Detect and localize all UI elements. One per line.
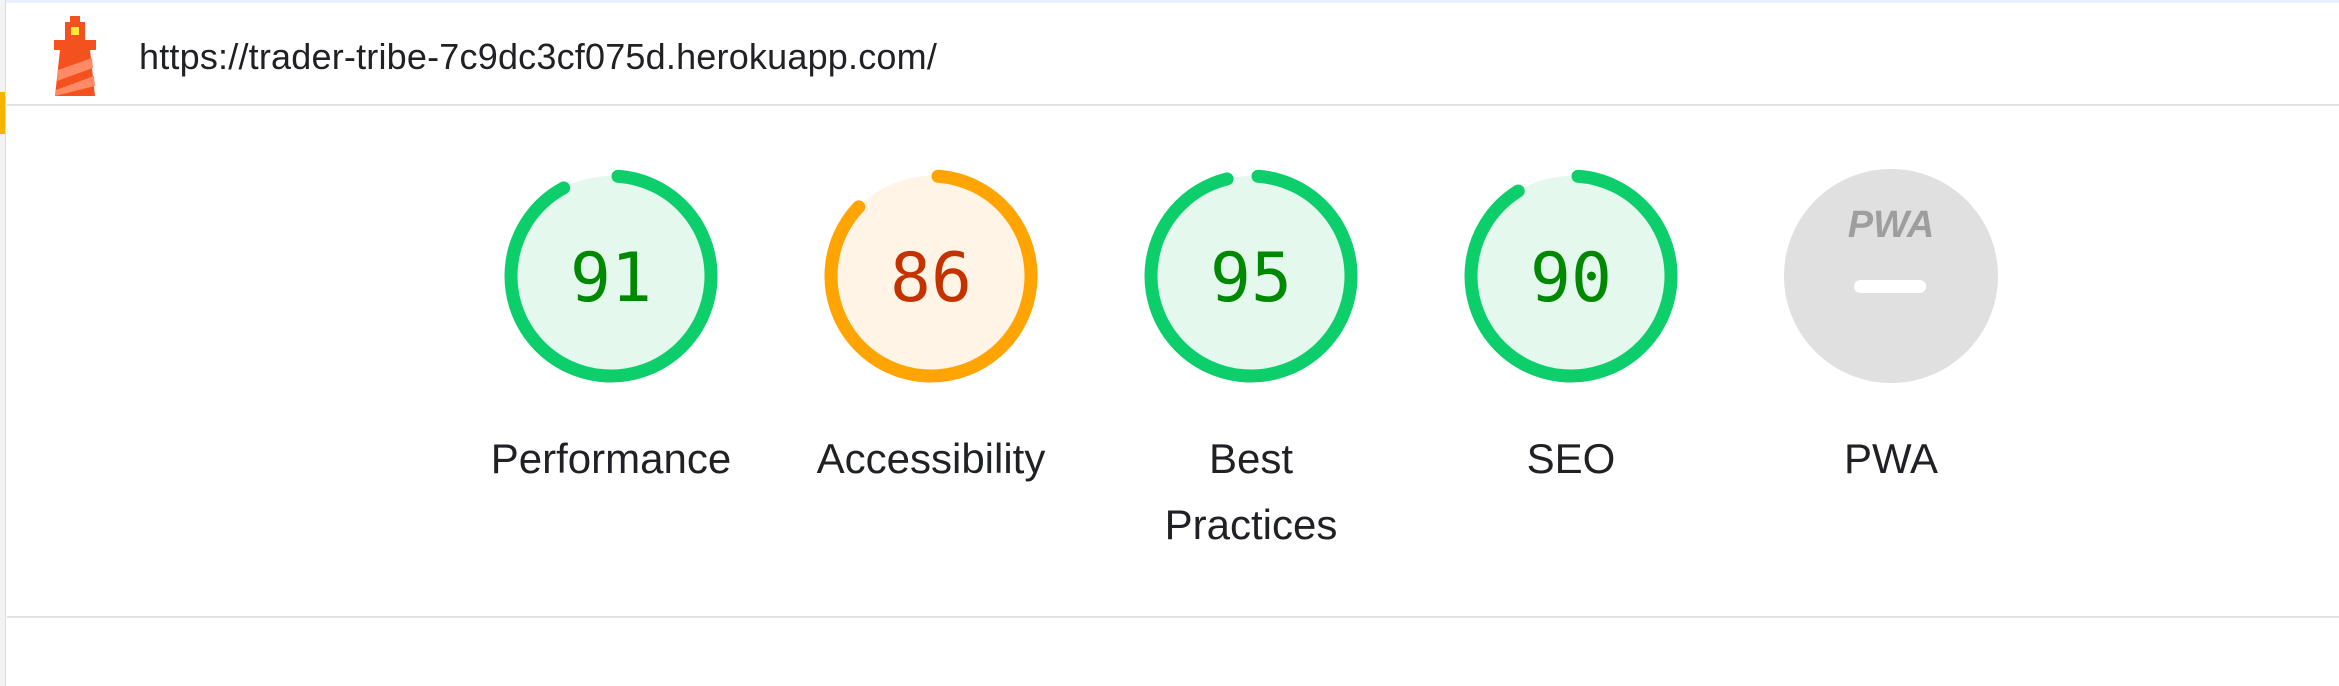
left-accent-marker [0,92,5,134]
lighthouse-report: https://trader-tribe-7c9dc3cf075d.heroku… [0,0,2339,686]
gauge-accessibility[interactable]: 86 Accessibility [771,168,1091,558]
performance-score-ring: 91 [504,169,718,383]
seo-score-ring: 90 [1464,169,1678,383]
pwa-badge: PWA [1784,169,1998,383]
gauge-label-seo: SEO [1526,435,1616,482]
section-divider [7,616,2339,618]
pwa-dash-mark [1854,280,1926,293]
gauge-score: 91 [570,239,652,318]
best-practices-score-ring: 95 [1144,169,1358,383]
gauge-seo[interactable]: 90 SEO [1411,168,1731,558]
gauge-best-practices[interactable]: 95 Best Practices [1091,168,1411,558]
gauge-performance[interactable]: 91 Performance [451,168,771,558]
gauge-score: 86 [890,239,972,318]
category-gauges: 91 Performance 86 Accessibility 95 Best … [0,168,2339,568]
gauge-score: 95 [1210,239,1292,318]
gauge-score: 90 [1530,239,1612,318]
lighthouse-icon [54,16,96,96]
report-url[interactable]: https://trader-tribe-7c9dc3cf075d.heroku… [139,36,937,78]
accessibility-score-ring: 86 [824,169,1038,383]
gauge-pwa[interactable]: PWA PWA [1731,168,2051,558]
gauge-label-best-practices: Best Practices [1164,435,1338,548]
gauge-label-performance: Performance [490,435,732,482]
pwa-badge-text: PWA [1848,204,1935,246]
pwa-badge-disc [1784,169,1998,383]
gauge-label-pwa: PWA [1843,435,1939,482]
report-header: https://trader-tribe-7c9dc3cf075d.heroku… [7,3,2339,106]
gauge-label-accessibility: Accessibility [816,435,1046,482]
